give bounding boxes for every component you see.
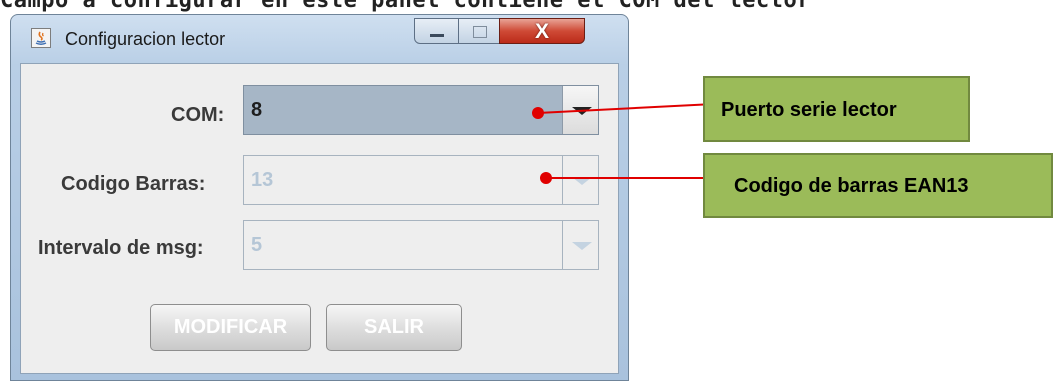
barcode-callout: Codigo de barras EAN13 [703,153,1053,218]
port-annotation-start-dot [532,107,544,119]
port-callout: Puerto serie lector [703,76,970,142]
port-annotation-line [537,103,715,114]
port-callout-text: Puerto serie lector [721,99,897,121]
barcode-annotation-dot [540,172,552,184]
barcode-callout-text: Codigo de barras EAN13 [734,175,969,197]
